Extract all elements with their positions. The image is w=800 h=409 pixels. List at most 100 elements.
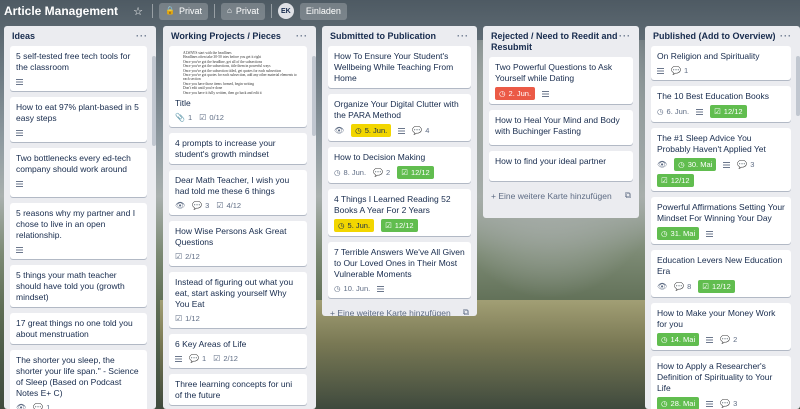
list-menu-icon[interactable]: ··· [619, 31, 631, 42]
card[interactable]: 5 reasons why my partner and I chose to … [10, 203, 147, 259]
template-icon[interactable]: ⧉ [625, 190, 631, 201]
comment-count: 1 [683, 66, 689, 75]
card-title: 7 Terrible Answers We've All Given to Ou… [334, 247, 465, 279]
description-icon [16, 129, 23, 136]
card[interactable]: Dear Math Teacher, I wish you had told m… [169, 170, 307, 216]
card[interactable]: The shorter you sleep, the shorter your … [10, 350, 147, 409]
due-date-badge[interactable]: ◷ 2. Jun. [495, 87, 536, 100]
eye-icon: 👁 [657, 281, 668, 291]
description-icon [398, 127, 406, 134]
list-working-projects: Working Projects / Pieces ··· ALWAYS sta… [163, 26, 316, 409]
avatar[interactable]: EK [277, 3, 294, 19]
due-date-badge[interactable]: ◷ 6. Jun. [657, 106, 689, 117]
visibility-button[interactable]: 🔒 Privat [159, 2, 209, 20]
add-card-button[interactable]: + Eine weitere Karte hinzufügen ⧉ [483, 187, 639, 207]
card[interactable]: On Religion and Spirituality 💬 1 [651, 46, 791, 80]
card-title: How to Apply a Researcher's Definition o… [657, 361, 773, 393]
card[interactable]: ALWAYS start with the headlines Headline… [169, 46, 307, 128]
checklist-icon: ☑ [401, 168, 408, 177]
card[interactable]: Organize Your Digital Clutter with the P… [328, 94, 471, 141]
team-button[interactable]: ⌂ Privat [221, 2, 265, 20]
card[interactable]: How to eat 97% plant-based in 5 easy ste… [10, 97, 147, 142]
card[interactable]: Three learning concepts for uni of the f… [169, 374, 307, 406]
card[interactable]: How to Decision Making ◷ 8. Jun. 💬 2 ☑ 12/1… [328, 147, 471, 183]
clock-icon: ◷ [661, 335, 668, 344]
list-menu-icon[interactable]: ··· [780, 31, 792, 42]
add-card-label: + Eine weitere Karte hinzufügen [491, 190, 612, 201]
list-title[interactable]: Submitted to Publication [330, 31, 436, 42]
list-title[interactable]: Rejected / Need to Reedit and Resubmit [491, 31, 619, 53]
list-menu-icon[interactable]: ··· [296, 31, 308, 42]
card[interactable]: 5 things your math teacher should have t… [10, 265, 147, 307]
due-date-badge[interactable]: ◷ 31. Mai [657, 227, 700, 240]
list-title[interactable]: Published (Add to Overview) [653, 31, 776, 42]
description-icon [696, 108, 704, 115]
list-header[interactable]: Ideas ··· [4, 26, 156, 46]
add-card-label: + Eine weitere Karte hinzufügen [330, 307, 451, 317]
due-date-badge[interactable]: ◷ 28. Mai [657, 397, 700, 409]
paperclip-icon: 📎 [175, 112, 185, 122]
card[interactable]: Instead of figuring out what you eat, st… [169, 272, 307, 329]
list-menu-icon[interactable]: ··· [136, 31, 148, 42]
due-date-badge[interactable]: ◷ 14. Mai [657, 333, 700, 346]
card[interactable]: How to Heal Your Mind and Body with Buch… [489, 110, 633, 145]
card[interactable]: The 10 Best Education Books ◷ 6. Jun. ☑ 12… [651, 86, 791, 122]
due-date-badge[interactable]: ◷ 8. Jun. [334, 167, 366, 178]
card-list: How To Ensure Your Student's Wellbeing W… [322, 46, 477, 298]
card[interactable]: 6 Key Areas of Life 💬 1 ☑ 2/12 [169, 334, 307, 369]
card[interactable]: Two Powerful Questions to Ask Yourself w… [489, 57, 633, 104]
clock-icon: ◷ [678, 160, 685, 169]
card[interactable]: How Wise Persons Ask Great Questions ☑ 2/… [169, 221, 307, 267]
card-list: Two Powerful Questions to Ask Yourself w… [483, 57, 639, 181]
due-date-badge[interactable]: ◷ 5. Jun. [334, 219, 375, 232]
list-scrollbar[interactable] [796, 56, 800, 116]
due-date-badge[interactable]: ◷ 5. Jun. [351, 124, 392, 137]
checklist-badge: ☑ 12/12 [381, 219, 418, 232]
card-title: On Religion and Spirituality [657, 51, 760, 61]
card-title: Organize Your Digital Clutter with the P… [334, 99, 459, 120]
card[interactable]: Powerful Affirmations Setting Your Minds… [651, 197, 791, 244]
card[interactable]: 4 prompts to increase your student's gro… [169, 133, 307, 165]
card-title: How to Make your Money Work for you [657, 308, 776, 329]
card[interactable]: Education Levers New Education Era 👁 💬 8 … [651, 250, 791, 297]
card-title: 5 reasons why my partner and I chose to … [16, 208, 136, 240]
due-date-badge[interactable]: ◷ 10. Jun. [334, 283, 370, 294]
card-cover-notes: ALWAYS start with the headlines Headline… [175, 51, 301, 95]
board-title[interactable]: Article Management [4, 4, 124, 18]
card[interactable]: 5 self-tested free tech tools for the cl… [10, 46, 147, 91]
list-scrollbar[interactable] [312, 56, 316, 136]
card[interactable]: The #1 Sleep Advice You Probably Haven't… [651, 128, 791, 191]
due-date: 6. Jun. [666, 107, 690, 116]
header-divider [214, 4, 216, 18]
add-card-button[interactable]: + Eine weitere Karte hinzufügen ⧉ [322, 304, 477, 316]
list-header[interactable]: Working Projects / Pieces ··· [163, 26, 316, 46]
list-title[interactable]: Working Projects / Pieces [171, 31, 281, 42]
list-header[interactable]: Submitted to Publication ··· [322, 26, 477, 46]
checklist-count: 1/12 [185, 314, 200, 324]
list-header[interactable]: Rejected / Need to Reedit and Resubmit ·… [483, 26, 639, 57]
list-scrollbar[interactable] [152, 56, 156, 146]
due-date: 31. Mai [670, 229, 696, 238]
card[interactable]: Two bottlenecks every ed-tech company sh… [10, 148, 147, 197]
description-icon [706, 230, 714, 237]
clock-icon: ◷ [338, 221, 345, 230]
card-title: The shorter you sleep, the shorter your … [16, 355, 139, 398]
due-date-badge[interactable]: ◷ 30. Mai [674, 158, 717, 171]
card[interactable]: 7 Terrible Answers We've All Given to Ou… [328, 242, 471, 298]
checklist-icon: ☑ [175, 313, 183, 323]
list-title[interactable]: Ideas [12, 31, 35, 42]
team-label: Privat [235, 6, 259, 16]
card[interactable]: How to Apply a Researcher's Definition o… [651, 356, 791, 409]
clock-icon: ◷ [355, 126, 362, 135]
card[interactable]: 17 great things no one told you about me… [10, 313, 147, 344]
card[interactable]: How To Ensure Your Student's Wellbeing W… [328, 46, 471, 88]
template-icon[interactable]: ⧉ [463, 307, 469, 316]
invite-button[interactable]: Einladen [299, 2, 347, 20]
card[interactable]: How to find your ideal partner [489, 151, 633, 181]
list-header[interactable]: Published (Add to Overview) ··· [645, 26, 800, 46]
card[interactable]: 4 Things I Learned Reading 52 Books A Ye… [328, 189, 471, 236]
star-icon[interactable]: ☆ [130, 5, 146, 18]
clock-icon: ◷ [334, 168, 341, 177]
card[interactable]: How to Make your Money Work for you ◷ 14.… [651, 303, 791, 350]
list-menu-icon[interactable]: ··· [457, 31, 469, 42]
